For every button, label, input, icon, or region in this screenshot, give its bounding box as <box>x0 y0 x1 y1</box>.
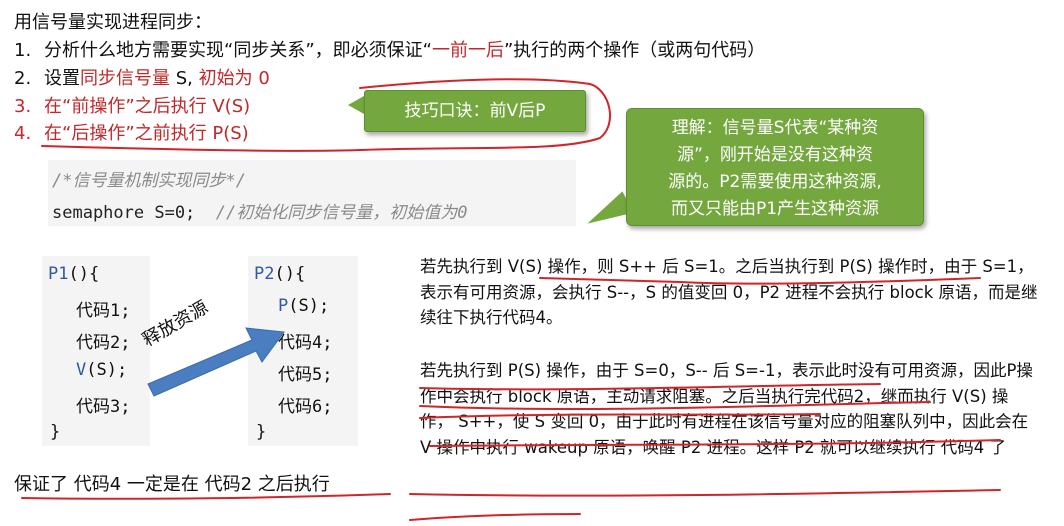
step-text-tail: ”执行的两个操作（或两句代码） <box>503 40 766 61</box>
summary-text: 保证了 代码4 一定是在 代码2 之后执行 <box>14 474 330 495</box>
code-line: 代码3; <box>76 397 131 417</box>
p1-keyword: P1 <box>48 264 69 284</box>
explanation-paragraph-1: 若先执行到 V(S) 操作，则 S++ 后 S=1。之后当执行到 P(S) 操作… <box>420 257 1038 327</box>
step-4: 4. 在“后操作”之前执行 P(S) <box>14 119 249 145</box>
code-line: 代码2; <box>76 333 131 353</box>
step-text: 在“前操作”之后执行 V(S) <box>44 96 251 117</box>
tip-callout: 技巧口诀：前V后P <box>364 90 586 132</box>
v-args: (S); <box>86 360 128 380</box>
p1-header: P1(){ <box>48 264 99 284</box>
step-text: 设置 <box>44 68 80 89</box>
explanation-callout: 理解：信号量S代表“某种资 源”，刚开始是没有这种资 源的。P2需要使用这种资源… <box>626 108 924 226</box>
declaration-text: semaphore S=0; <box>52 203 196 223</box>
step-number: 1. <box>14 40 32 61</box>
p-args: (S); <box>288 296 330 316</box>
p2-header: P2(){ <box>254 264 305 284</box>
code-declaration: semaphore S=0; //初始化同步信号量，初始值为0 <box>52 198 468 223</box>
step-number: 3. <box>14 96 32 117</box>
code-line-p: P(S); <box>278 296 329 316</box>
explanation-line: 理解：信号量S代表“某种资 <box>671 118 879 138</box>
step-text: 在“后操作”之前执行 P(S) <box>44 123 249 144</box>
v-keyword: V <box>76 360 87 380</box>
p-keyword: P <box>278 296 289 316</box>
p1-header-rest: (){ <box>68 264 100 284</box>
page-title: 用信号量实现进程同步： <box>14 12 212 33</box>
semaphore-declaration-code: /*信号量机制实现同步*/ semaphore S=0; //初始化同步信号量，… <box>48 160 576 226</box>
tip-callout-pointer <box>348 96 364 114</box>
code-comment: /*信号量机制实现同步*/ <box>52 171 246 191</box>
step-1: 1. 分析什么地方需要实现“同步关系”，即必须保证“一前一后”执行的两个操作（或两… <box>14 36 765 62</box>
code-brace: } <box>50 422 61 442</box>
declaration-comment: //初始化同步信号量，初始值为0 <box>215 203 468 223</box>
code-line: 代码1; <box>76 301 131 321</box>
p1-code-block: P1(){ 代码1; 代码2; V(S); 代码3; } <box>42 256 150 446</box>
step-highlight: 一前一后 <box>431 40 504 61</box>
step-number: 4. <box>14 123 32 144</box>
step-highlight-2: 初始为 0 <box>198 68 270 89</box>
p2-header-rest: (){ <box>274 264 306 284</box>
explanation-paragraph-2: 若先执行到 P(S) 操作，由于 S=0，S-- 后 S=-1，表示此时没有可用… <box>420 361 1033 457</box>
explanation-line: 源”，刚开始是没有这种资 <box>677 145 873 165</box>
explanation-line: 源的。P2需要使用这种资源, <box>668 172 882 192</box>
explanation-line: 而又只能由P1产生这种资源 <box>670 199 880 219</box>
code-line-v: V(S); <box>76 360 127 380</box>
step-number: 2. <box>14 68 32 89</box>
step-text: 分析什么地方需要实现“同步关系”，即必须保证“ <box>44 40 432 61</box>
code-brace: } <box>256 422 267 442</box>
step-2: 2. 设置同步信号量 S, 初始为 0 <box>14 64 270 90</box>
step-3: 3. 在“前操作”之后执行 V(S) <box>14 92 250 118</box>
p2-keyword: P2 <box>254 264 275 284</box>
step-highlight: 同步信号量 <box>80 68 170 89</box>
step-text-mid: S, <box>170 68 199 89</box>
